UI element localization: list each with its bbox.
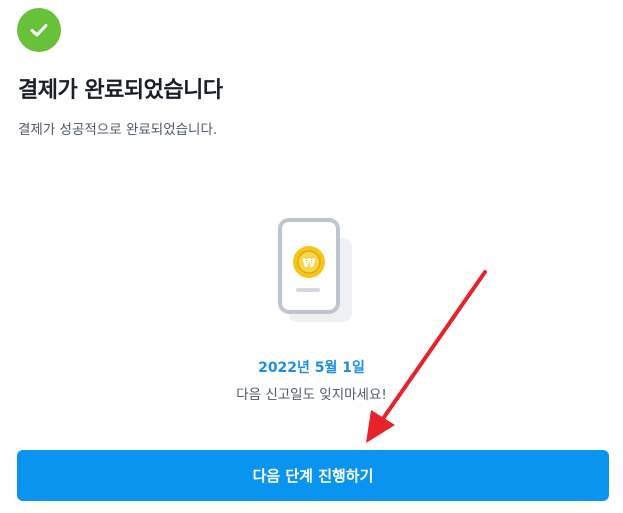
due-date: 2022년 5월 1일 xyxy=(258,360,365,376)
success-check-badge xyxy=(17,8,61,52)
page-title: 결제가 완료되었습니다 xyxy=(18,78,223,103)
due-reminder-message: 다음 신고일도 잊지마세요! xyxy=(236,387,387,403)
coin-symbol: ₩ xyxy=(302,256,316,270)
check-icon xyxy=(30,24,48,37)
page-subtitle: 결제가 성공적으로 완료되었습니다. xyxy=(18,122,218,138)
phone-coin-icon: ₩ xyxy=(278,218,352,322)
next-step-button[interactable]: 다음 단계 진행하기 xyxy=(17,450,609,501)
